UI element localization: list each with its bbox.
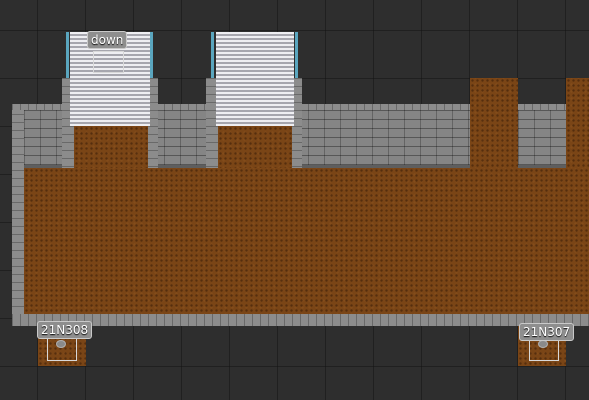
west-wall-edge: [12, 106, 24, 326]
dirt-stair-landing-1: [74, 126, 148, 168]
door-marker-left: [56, 340, 66, 348]
dirt-floor: [24, 168, 589, 314]
stairs-label[interactable]: down: [87, 31, 128, 49]
stair-rail-right: [150, 32, 153, 78]
stair-rail-right: [295, 32, 298, 78]
door-marker-right: [538, 340, 548, 348]
stairs-object-box[interactable]: [93, 51, 124, 73]
staircase[interactable]: [216, 32, 294, 126]
south-wall-edge: [12, 314, 589, 326]
dirt-corridor-east: [566, 78, 589, 168]
stair-rail-left: [66, 32, 69, 78]
door-label-left[interactable]: 21N308: [37, 321, 93, 339]
wall-segment-3: [292, 110, 470, 168]
door-label-right[interactable]: 21N307: [519, 323, 575, 341]
stair-rail-left: [211, 32, 214, 78]
wall-segment-4: [518, 110, 566, 168]
map-editor[interactable]: { "labels": { "stairs": "down", "door_le…: [0, 0, 589, 400]
dirt-stair-landing-2: [218, 126, 292, 168]
dirt-corridor-north: [470, 78, 518, 168]
